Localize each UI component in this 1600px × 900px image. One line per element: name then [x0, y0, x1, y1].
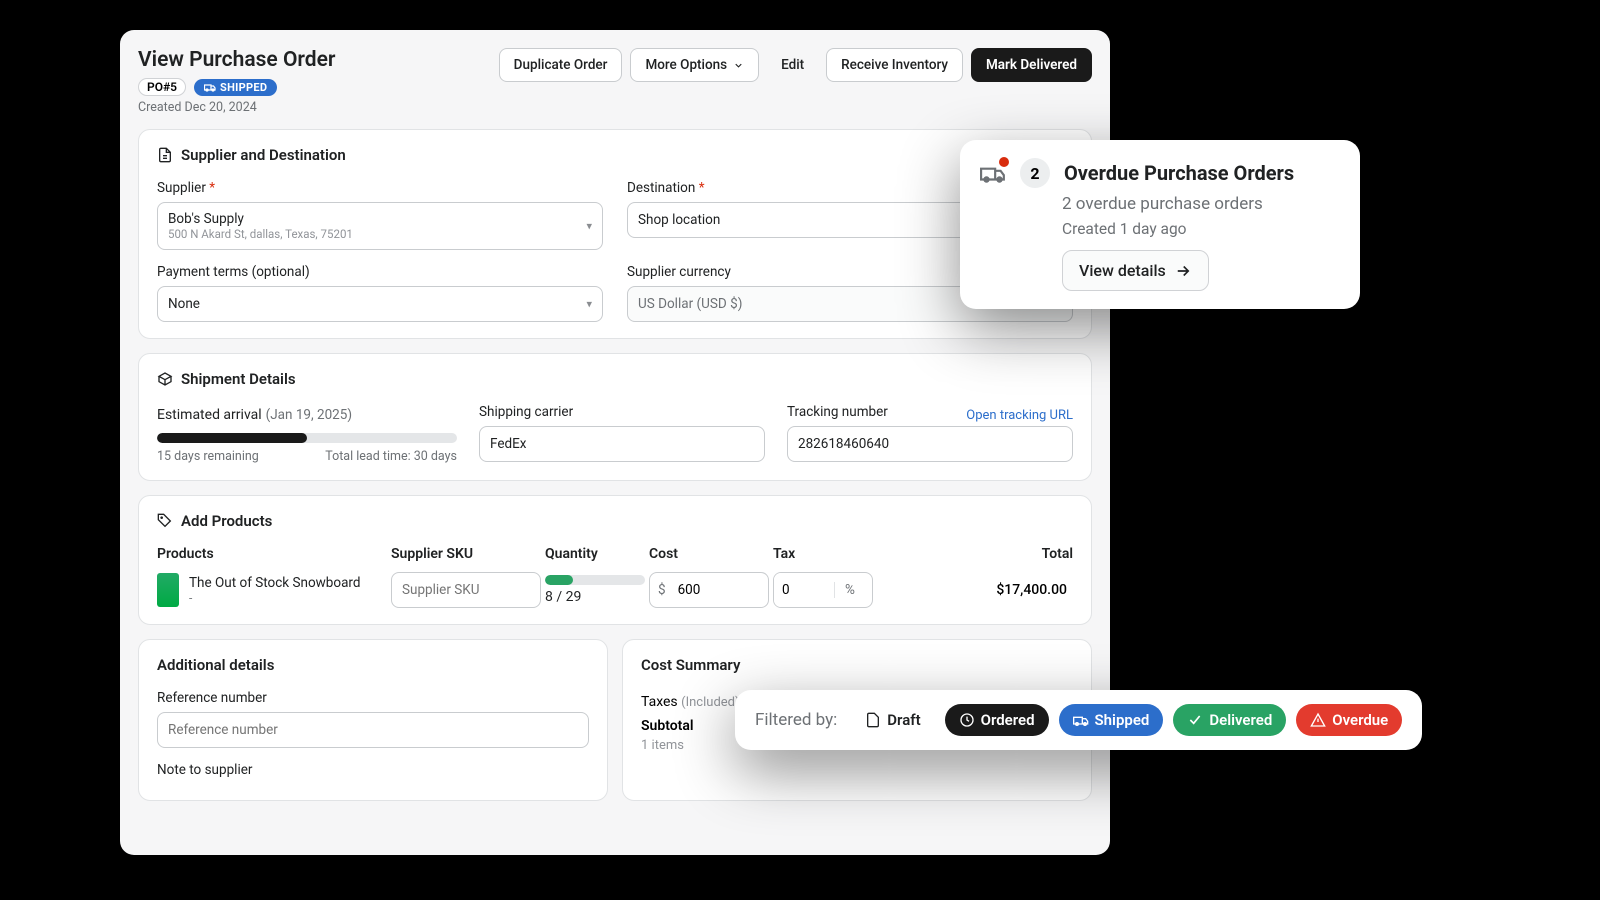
product-thumbnail — [157, 573, 179, 607]
product-name: The Out of Stock Snowboard — [189, 575, 361, 591]
document-icon — [157, 147, 173, 163]
filter-label: Filtered by: — [755, 710, 837, 730]
draft-icon — [865, 712, 881, 728]
filter-draft[interactable]: Draft — [851, 704, 934, 736]
reference-label: Reference number — [157, 690, 589, 706]
duplicate-button[interactable]: Duplicate Order — [499, 48, 623, 82]
col-cost: Cost — [649, 546, 769, 562]
notification-time: Created 1 day ago — [1062, 220, 1340, 238]
taxes-note: (Included) — [681, 695, 739, 710]
mark-delivered-button[interactable]: Mark Delivered — [971, 48, 1092, 82]
alert-dot — [999, 157, 1009, 167]
tracking-label: Tracking number — [787, 404, 888, 420]
additional-details-card: Additional details Reference number Note… — [138, 639, 608, 801]
supplier-label: Supplier * — [157, 180, 603, 196]
more-options-button[interactable]: More Options — [630, 48, 759, 82]
reference-input[interactable] — [157, 712, 589, 748]
filter-shipped[interactable]: Shipped — [1059, 704, 1164, 736]
products-card: Add Products Products Supplier SKU Quant… — [138, 495, 1092, 625]
notification-title: Overdue Purchase Orders — [1064, 161, 1294, 185]
lead-time-progress — [157, 433, 457, 443]
chevron-down-icon: ▾ — [586, 298, 592, 311]
supplier-select[interactable]: Bob's Supply 500 N Akard St, dallas, Tex… — [157, 202, 603, 250]
clock-icon — [959, 712, 975, 728]
check-icon — [1187, 712, 1203, 728]
filter-ordered[interactable]: Ordered — [945, 704, 1049, 736]
arrow-right-icon — [1174, 262, 1192, 280]
cost-input[interactable] — [674, 573, 734, 607]
col-products: Products — [157, 546, 387, 562]
overdue-notification: 2 Overdue Purchase Orders 2 overdue purc… — [960, 140, 1360, 309]
notification-subtitle: 2 overdue purchase orders — [1062, 194, 1340, 214]
payment-terms-label: Payment terms (optional) — [157, 264, 603, 280]
shipment-card: Shipment Details Estimated arrival (Jan … — [138, 353, 1092, 481]
subtotal-label: Subtotal — [641, 718, 694, 734]
carrier-input[interactable] — [479, 426, 765, 462]
note-label: Note to supplier — [157, 762, 589, 778]
overdue-count: 2 — [1020, 158, 1050, 188]
package-icon — [157, 371, 173, 387]
cost-input-wrap[interactable]: $ — [649, 572, 769, 608]
col-total: Total — [877, 546, 1073, 562]
truck-icon — [204, 81, 216, 93]
percent-suffix: % — [834, 582, 865, 598]
sku-input[interactable] — [391, 572, 541, 608]
filter-delivered[interactable]: Delivered — [1173, 704, 1286, 736]
currency-prefix: $ — [650, 582, 674, 598]
qty-progress — [545, 575, 645, 585]
page-title: View Purchase Order — [138, 48, 335, 72]
status-badge-shipped: SHIPPED — [194, 79, 277, 96]
payment-terms-select[interactable]: None ▾ — [157, 286, 603, 322]
edit-button[interactable]: Edit — [767, 48, 818, 82]
open-tracking-link[interactable]: Open tracking URL — [966, 408, 1073, 423]
tracking-input[interactable] — [787, 426, 1073, 462]
product-variant: - — [189, 591, 361, 605]
created-date: Created Dec 20, 2024 — [138, 100, 335, 115]
line-total: $17,400.00 — [877, 582, 1073, 598]
chevron-down-icon: ▾ — [586, 220, 592, 233]
alert-icon — [1310, 712, 1326, 728]
tax-input-wrap[interactable]: % — [773, 572, 873, 608]
carrier-label: Shipping carrier — [479, 404, 765, 420]
view-details-button[interactable]: View details — [1062, 250, 1209, 291]
supplier-card: Supplier and Destination Supplier * Bob'… — [138, 129, 1092, 339]
truck-icon — [980, 160, 1006, 186]
col-qty: Quantity — [545, 546, 645, 562]
chevron-down-icon — [733, 60, 744, 71]
truck-icon — [1073, 712, 1089, 728]
receive-inventory-button[interactable]: Receive Inventory — [826, 48, 963, 82]
eta-date: (Jan 19, 2025) — [266, 407, 352, 423]
qty-text: 8 / 29 — [545, 589, 645, 605]
days-remaining: 15 days remaining — [157, 449, 259, 464]
lead-time: Total lead time: 30 days — [325, 449, 457, 464]
col-tax: Tax — [773, 546, 873, 562]
tag-icon — [157, 513, 173, 529]
col-sku: Supplier SKU — [391, 546, 541, 562]
filter-overdue[interactable]: Overdue — [1296, 704, 1402, 736]
po-number-badge: PO#5 — [138, 78, 186, 96]
tax-input[interactable] — [774, 573, 834, 607]
eta-label: Estimated arrival — [157, 407, 262, 423]
filter-bar: Filtered by: Draft Ordered Shipped Deliv… — [735, 690, 1422, 750]
product-row: The Out of Stock Snowboard - 8 / 29 $ % — [157, 572, 1073, 608]
taxes-label: Taxes — [641, 694, 678, 710]
